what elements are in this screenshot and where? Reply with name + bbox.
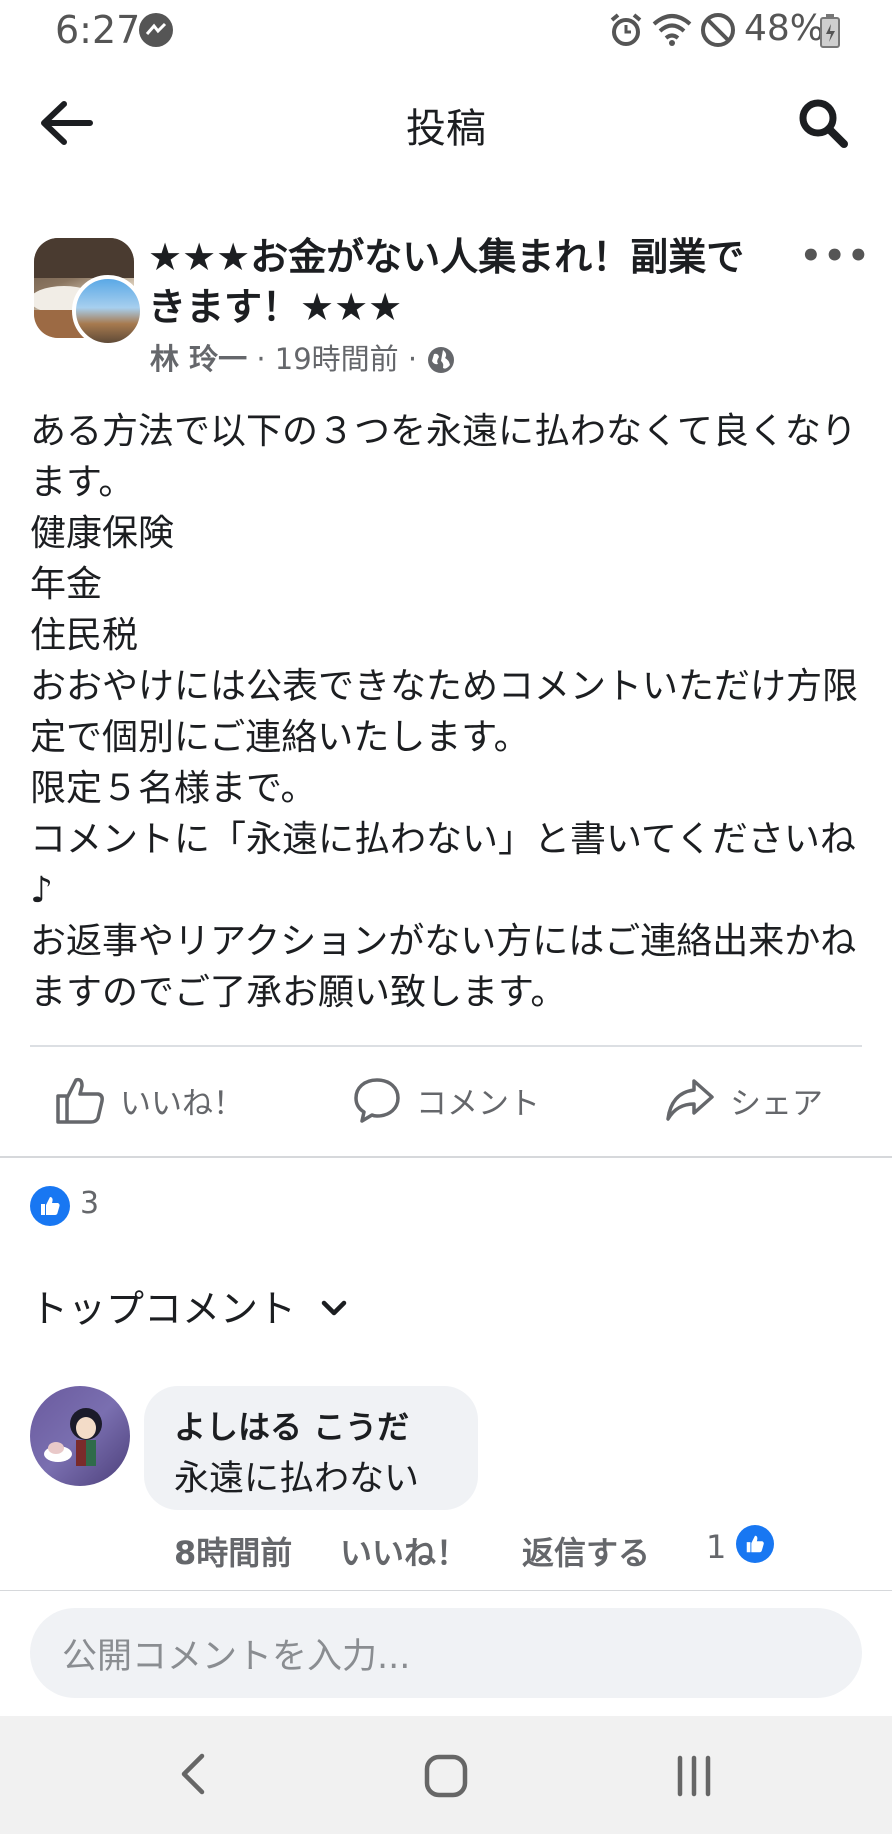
globe-icon (426, 345, 456, 382)
comment-like-reaction-icon[interactable] (736, 1525, 774, 1563)
comment-sort-dropdown[interactable]: トップコメント (30, 1278, 348, 1333)
like-reaction-icon[interactable] (30, 1186, 70, 1226)
messenger-icon (138, 12, 174, 52)
comment-button[interactable]: コメント (352, 1070, 540, 1130)
divider (0, 1590, 892, 1591)
comment-icon (354, 1078, 400, 1123)
search-icon[interactable] (796, 96, 850, 154)
nav-back-icon[interactable] (178, 1752, 208, 1800)
like-label: いいね！ (120, 1085, 244, 1122)
post-time[interactable]: 19時間前 (275, 342, 399, 376)
nav-home-icon[interactable] (424, 1754, 468, 1802)
reaction-count[interactable]: 3 (80, 1186, 99, 1221)
comment-input[interactable]: 公開コメントを入力... (30, 1608, 862, 1698)
alarm-icon (608, 12, 644, 52)
post-meta: 林 玲一 · 19時間前 · (150, 336, 456, 382)
meta-separator: · (407, 342, 427, 376)
do-not-disturb-icon (700, 12, 736, 52)
comment-like-button[interactable]: いいね！ (340, 1528, 468, 1574)
post-title[interactable]: ★★★お金がない人集まれ！副業できます！★★★ (148, 232, 768, 332)
comment-input-placeholder: 公開コメントを入力... (62, 1636, 411, 1677)
share-label: シェア (730, 1085, 823, 1122)
battery-percent: 48% (744, 8, 825, 49)
divider (30, 1045, 862, 1047)
author-name[interactable]: 林 玲一 (150, 342, 247, 376)
nav-recents-icon[interactable] (676, 1754, 712, 1802)
battery-icon (820, 14, 840, 52)
like-button[interactable]: いいね！ (54, 1070, 244, 1130)
chevron-down-icon (320, 1283, 348, 1327)
system-nav-bar (0, 1716, 892, 1834)
post-body: ある方法で以下の３つを永遠に払わなくて良くなります。 健康保険 年金 住民税 お… (30, 411, 859, 1013)
share-icon (666, 1079, 714, 1121)
wifi-icon (652, 12, 692, 50)
page-title: 投稿 (406, 106, 486, 152)
share-button[interactable]: シェア (664, 1070, 823, 1130)
more-options-icon[interactable]: ••• (800, 236, 871, 276)
comment-reply-button[interactable]: 返信する (522, 1528, 650, 1574)
comment-sort-label: トップコメント (30, 1287, 297, 1331)
comment-like-count[interactable]: 1 (706, 1528, 726, 1566)
status-time: 6:27 (55, 8, 141, 52)
comment-time[interactable]: 8時間前 (174, 1528, 292, 1574)
thumbs-up-icon (56, 1077, 104, 1124)
commenter-avatar[interactable] (30, 1386, 130, 1486)
comment-text: 永遠に払わない (174, 1459, 420, 1499)
status-bar: 6:27 48% (0, 0, 892, 62)
meta-separator: · (256, 342, 275, 376)
author-avatar[interactable] (72, 275, 144, 347)
divider (0, 1156, 892, 1158)
comment-label: コメント (416, 1085, 540, 1122)
commenter-name[interactable]: よしはる こうだ (174, 1402, 409, 1448)
